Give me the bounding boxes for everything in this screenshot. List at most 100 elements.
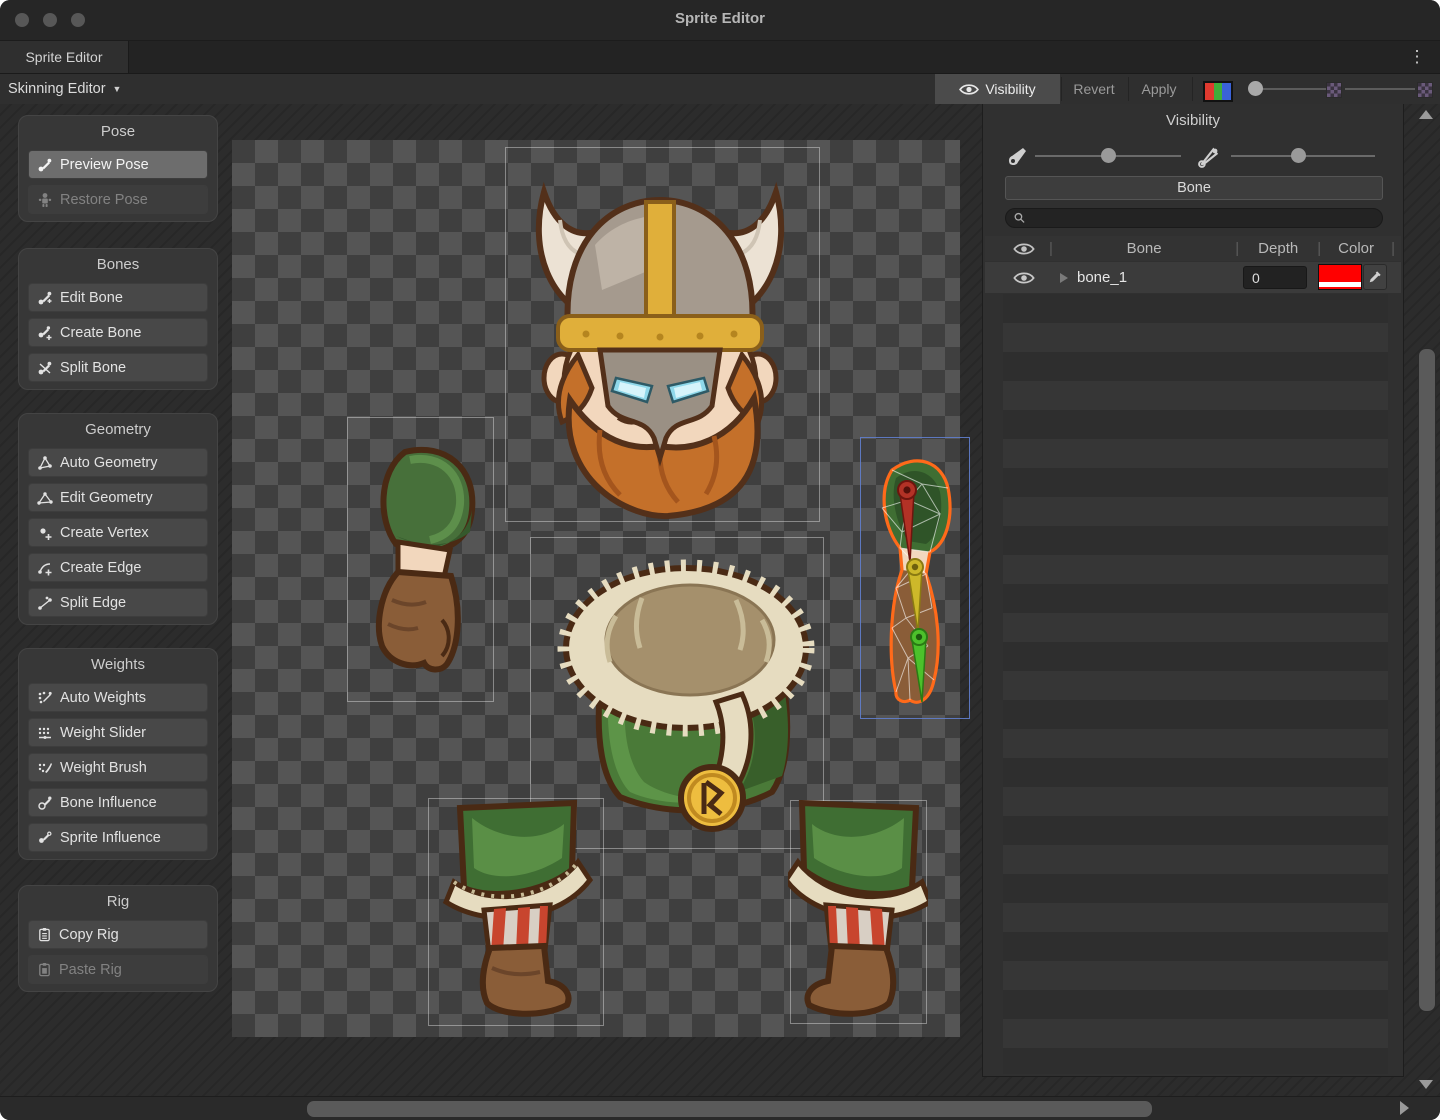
bone-icon bbox=[37, 157, 53, 173]
bone-influence-button[interactable]: Bone Influence bbox=[28, 788, 208, 817]
weights-panel: Weights Auto Weights Weight Slider We bbox=[18, 648, 218, 860]
weight-brush-icon bbox=[37, 760, 53, 776]
create-vertex-icon bbox=[37, 525, 53, 541]
weight-slider-button[interactable]: Weight Slider bbox=[28, 718, 208, 747]
scroll-right-arrow[interactable] bbox=[1400, 1101, 1409, 1115]
zoom-slider-handle[interactable] bbox=[1248, 81, 1263, 96]
preview-pose-button[interactable]: Preview Pose bbox=[28, 150, 208, 179]
column-bone[interactable]: Bone bbox=[1059, 240, 1229, 257]
sprite-influence-button[interactable]: Sprite Influence bbox=[28, 823, 208, 852]
revert-button[interactable]: Revert bbox=[1063, 74, 1125, 104]
mesh-opacity-slider-handle[interactable] bbox=[1291, 148, 1306, 163]
create-edge-button[interactable]: Create Edge bbox=[28, 553, 208, 582]
vertical-scrollbar-thumb[interactable] bbox=[1418, 348, 1436, 1012]
mip-level-icon[interactable] bbox=[1326, 82, 1342, 98]
torso-sprite[interactable] bbox=[546, 546, 826, 836]
search-icon bbox=[1014, 212, 1025, 224]
bone-visibility-eye-icon[interactable] bbox=[1013, 271, 1035, 285]
geometry-panel: Geometry Auto Geometry Edit Geometry Cre… bbox=[18, 413, 218, 625]
clipboard-paste-icon bbox=[37, 962, 52, 977]
sprite-editor-window: Sprite Editor Sprite Editor ⋮ Skinning E… bbox=[0, 0, 1440, 1120]
visibility-column-eye-icon[interactable] bbox=[1013, 242, 1035, 256]
figure-icon bbox=[37, 192, 53, 208]
alpha-bar bbox=[1319, 282, 1361, 287]
create-bone-icon bbox=[37, 325, 53, 341]
split-edge-button[interactable]: Split Edge bbox=[28, 588, 208, 617]
split-edge-icon bbox=[37, 595, 53, 611]
create-edge-icon bbox=[37, 560, 53, 576]
bones-panel: Bones Edit Bone Create Bone Split Bone bbox=[18, 248, 218, 390]
bone-name: bone_1 bbox=[1077, 269, 1127, 286]
apply-button[interactable]: Apply bbox=[1131, 74, 1187, 104]
tab-bar: Sprite Editor ⋮ bbox=[0, 41, 1440, 74]
zoom-slider-track[interactable] bbox=[1258, 88, 1326, 90]
viking-head-sprite[interactable] bbox=[500, 150, 820, 520]
horizontal-scrollbar bbox=[0, 1096, 1440, 1120]
bone-opacity-icon bbox=[1007, 145, 1029, 167]
skinning-editor-dropdown[interactable]: Skinning Editor ▼ bbox=[8, 77, 121, 101]
split-bone-icon bbox=[37, 360, 53, 376]
expander-triangle-icon[interactable] bbox=[1059, 272, 1069, 284]
edit-geometry-icon bbox=[37, 490, 53, 506]
weight-slider-icon bbox=[37, 725, 53, 741]
split-bone-button[interactable]: Split Bone bbox=[28, 353, 208, 382]
horizontal-scrollbar-thumb[interactable] bbox=[306, 1100, 1153, 1118]
edit-bone-icon bbox=[37, 290, 53, 306]
weight-brush-button[interactable]: Weight Brush bbox=[28, 753, 208, 782]
clipboard-copy-icon bbox=[37, 927, 52, 942]
bone-list-empty-rows bbox=[1003, 294, 1388, 1074]
rig-panel: Rig Copy Rig Paste Rig bbox=[18, 885, 218, 992]
auto-geometry-icon bbox=[37, 455, 53, 471]
rig-panel-title: Rig bbox=[28, 893, 208, 910]
bone-depth-input[interactable] bbox=[1243, 266, 1307, 289]
bone-search-field[interactable] bbox=[1005, 208, 1383, 228]
eye-icon bbox=[959, 83, 979, 96]
scroll-down-arrow[interactable] bbox=[1419, 1080, 1433, 1089]
edit-geometry-button[interactable]: Edit Geometry bbox=[28, 483, 208, 512]
visibility-toggle-button[interactable]: Visibility bbox=[935, 74, 1060, 104]
tab-sprite-editor[interactable]: Sprite Editor bbox=[0, 41, 129, 73]
search-input[interactable] bbox=[1031, 210, 1374, 227]
left-leg-sprite[interactable] bbox=[432, 798, 604, 1024]
column-color[interactable]: Color bbox=[1327, 240, 1385, 257]
kebab-menu-icon[interactable]: ⋮ bbox=[1408, 45, 1426, 69]
restore-pose-button[interactable]: Restore Pose bbox=[28, 185, 208, 214]
window-title: Sprite Editor bbox=[0, 10, 1440, 27]
edit-bone-button[interactable]: Edit Bone bbox=[28, 283, 208, 312]
copy-rig-button[interactable]: Copy Rig bbox=[28, 920, 208, 949]
bone-tab[interactable]: Bone bbox=[1005, 176, 1383, 200]
auto-weights-button[interactable]: Auto Weights bbox=[28, 683, 208, 712]
scroll-up-arrow[interactable] bbox=[1419, 110, 1433, 119]
pose-panel: Pose Preview Pose Restore Pose bbox=[18, 115, 218, 222]
title-bar: Sprite Editor bbox=[0, 0, 1440, 41]
bone-row[interactable]: bone_1 bbox=[985, 262, 1401, 293]
visibility-panel: Visibility Bone bbox=[982, 104, 1404, 1077]
create-bone-button[interactable]: Create Bone bbox=[28, 318, 208, 347]
selected-arm-sprite[interactable] bbox=[862, 448, 968, 714]
bone-opacity-slider-handle[interactable] bbox=[1101, 148, 1116, 163]
toolbar: Skinning Editor ▼ Visibility Revert Appl… bbox=[0, 74, 1440, 105]
mesh-opacity-icon bbox=[1197, 145, 1221, 169]
eyedropper-icon bbox=[1368, 270, 1382, 284]
column-depth[interactable]: Depth bbox=[1245, 240, 1311, 257]
chevron-down-icon: ▼ bbox=[113, 84, 122, 94]
mip-slider-track[interactable] bbox=[1345, 88, 1415, 90]
right-leg-sprite[interactable] bbox=[788, 800, 928, 1024]
auto-weights-icon bbox=[37, 690, 53, 706]
sprite-influence-icon bbox=[37, 830, 53, 846]
rgb-alpha-toggle-button[interactable] bbox=[1203, 81, 1233, 102]
visibility-panel-title: Visibility bbox=[983, 112, 1403, 129]
weights-panel-title: Weights bbox=[28, 656, 208, 673]
mitten-arm-sprite[interactable] bbox=[350, 440, 495, 675]
eyedropper-button[interactable] bbox=[1363, 264, 1387, 290]
paste-rig-button[interactable]: Paste Rig bbox=[28, 955, 208, 984]
bones-panel-title: Bones bbox=[28, 256, 208, 273]
bone-color-swatch[interactable] bbox=[1318, 264, 1362, 290]
auto-geometry-button[interactable]: Auto Geometry bbox=[28, 448, 208, 477]
create-vertex-button[interactable]: Create Vertex bbox=[28, 518, 208, 547]
bone-influence-icon bbox=[37, 795, 53, 811]
geometry-panel-title: Geometry bbox=[28, 421, 208, 438]
bone-table-header: | Bone | Depth | Color | bbox=[985, 236, 1401, 261]
mip-max-icon bbox=[1417, 82, 1433, 98]
pose-panel-title: Pose bbox=[28, 123, 208, 140]
